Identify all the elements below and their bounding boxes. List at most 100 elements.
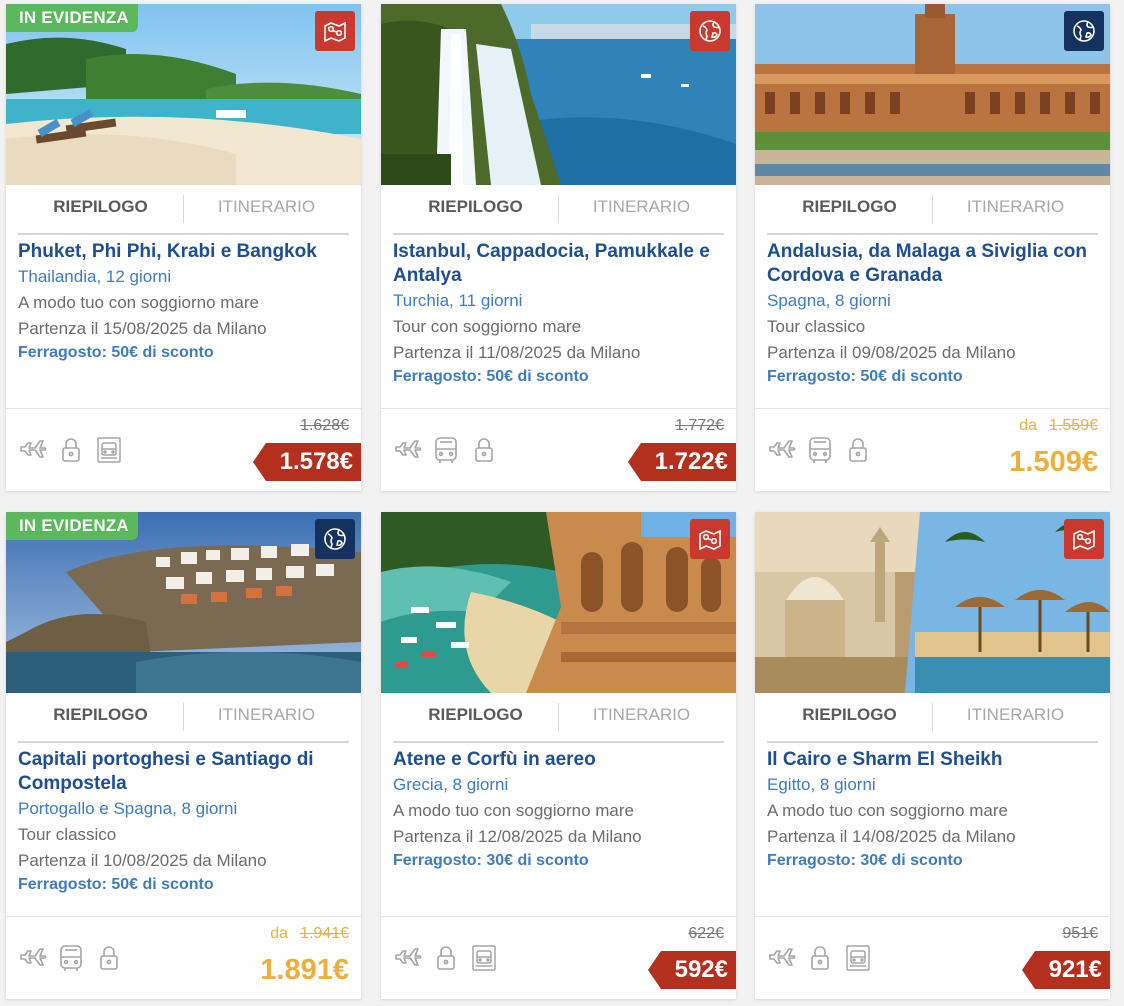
tab-riepilogo[interactable]: RIEPILOGO — [18, 185, 183, 233]
price[interactable]: 1.891€ — [260, 951, 349, 989]
tour-promo: Ferragosto: 50€ di sconto — [767, 368, 963, 385]
price[interactable]: 921€ — [1021, 951, 1110, 989]
old-price: 1.628€ — [300, 417, 349, 434]
hotel-bus-icon — [94, 435, 124, 465]
tour-title[interactable]: Andalusia, da Malaga a Siviglia con Cord… — [767, 240, 1100, 288]
tab-itinerario[interactable]: ITINERARIO — [184, 185, 349, 233]
lock-icon — [94, 943, 124, 973]
tab-riepilogo[interactable]: RIEPILOGO — [767, 185, 932, 233]
lock-icon — [431, 943, 461, 973]
card-tabs: RIEPILOGO ITINERARIO — [393, 693, 724, 743]
card-content: Andalusia, da Malaga a Siviglia con Cord… — [767, 240, 1100, 388]
card-tabs: RIEPILOGO ITINERARIO — [393, 185, 724, 235]
tour-country-duration: Thailandia, 12 giorni — [18, 267, 172, 286]
card-content: Istanbul, Cappadocia, Pamukkale e Antaly… — [393, 240, 726, 388]
tab-itinerario[interactable]: ITINERARIO — [184, 693, 349, 741]
map-pin-route-icon — [690, 519, 730, 559]
tour-image[interactable] — [755, 4, 1110, 185]
tab-riepilogo[interactable]: RIEPILOGO — [767, 693, 932, 741]
tour-card[interactable]: IN EVIDENZA RIEPILOGO ITINERARIO Capital… — [6, 512, 361, 999]
hotel-bus-icon — [469, 943, 499, 973]
card-footer: 951€ 921€ — [755, 916, 1110, 999]
tab-riepilogo[interactable]: RIEPILOGO — [18, 693, 183, 741]
tour-country-duration: Grecia, 8 giorni — [393, 775, 509, 794]
tour-country-duration: Egitto, 8 giorni — [767, 775, 876, 794]
plane-icon — [18, 943, 48, 973]
tour-image[interactable] — [381, 4, 736, 185]
card-content: Atene e Corfù in aereo Grecia, 8 giorni … — [393, 748, 726, 872]
plane-icon — [767, 435, 797, 465]
plane-icon — [767, 943, 797, 973]
tour-image[interactable] — [755, 512, 1110, 693]
tour-departure: Partenza il 14/08/2025 da Milano — [767, 827, 1016, 846]
service-icons — [393, 943, 499, 973]
card-footer: 1.628€ 1.578€ — [6, 408, 361, 491]
tour-country-duration: Spagna, 8 giorni — [767, 291, 891, 310]
tour-title[interactable]: Phuket, Phi Phi, Krabi e Bangkok — [18, 240, 351, 264]
bus-icon — [805, 435, 835, 465]
card-content: Il Cairo e Sharm El Sheikh Egitto, 8 gio… — [767, 748, 1100, 872]
old-price: 1.559€ — [1049, 417, 1098, 434]
map-pin-route-icon — [1064, 519, 1104, 559]
tab-itinerario[interactable]: ITINERARIO — [933, 185, 1098, 233]
hotel-bus-icon — [843, 943, 873, 973]
plane-icon — [393, 943, 423, 973]
tab-riepilogo[interactable]: RIEPILOGO — [393, 185, 558, 233]
globe-icon — [1064, 11, 1104, 51]
tour-promo: Ferragosto: 30€ di sconto — [393, 852, 589, 869]
tour-card[interactable]: RIEPILOGO ITINERARIO Andalusia, da Malag… — [755, 4, 1110, 491]
old-price: 951€ — [1062, 925, 1098, 942]
price[interactable]: 1.722€ — [627, 443, 736, 481]
tour-title[interactable]: Istanbul, Cappadocia, Pamukkale e Antaly… — [393, 240, 726, 288]
card-footer: 1.772€ 1.722€ — [381, 408, 736, 491]
featured-badge: IN EVIDENZA — [6, 4, 138, 32]
tour-card[interactable]: IN EVIDENZA RIEPILOGO ITINERARIO Phuket,… — [6, 4, 361, 491]
tour-card[interactable]: RIEPILOGO ITINERARIO Atene e Corfù in ae… — [381, 512, 736, 999]
price[interactable]: 1.578€ — [252, 443, 361, 481]
card-footer: 622€ 592€ — [381, 916, 736, 999]
tab-riepilogo[interactable]: RIEPILOGO — [393, 693, 558, 741]
lock-icon — [805, 943, 835, 973]
service-icons — [767, 943, 873, 973]
tour-title[interactable]: Atene e Corfù in aereo — [393, 748, 726, 772]
card-footer: da 1.941€ 1.891€ — [6, 916, 361, 999]
tour-card[interactable]: RIEPILOGO ITINERARIO Istanbul, Cappadoci… — [381, 4, 736, 491]
tour-promo: Ferragosto: 50€ di sconto — [18, 876, 214, 893]
tour-type: A modo tuo con soggiorno mare — [767, 801, 1008, 820]
card-tabs: RIEPILOGO ITINERARIO — [767, 185, 1098, 235]
card-footer: da 1.559€ 1.509€ — [755, 408, 1110, 491]
tour-departure: Partenza il 15/08/2025 da Milano — [18, 319, 267, 338]
bus-icon — [431, 435, 461, 465]
tour-departure: Partenza il 09/08/2025 da Milano — [767, 343, 1016, 362]
lock-icon — [843, 435, 873, 465]
tour-title[interactable]: Il Cairo e Sharm El Sheikh — [767, 748, 1100, 772]
card-content: Capitali portoghesi e Santiago di Compos… — [18, 748, 351, 896]
plane-icon — [393, 435, 423, 465]
tour-promo: Ferragosto: 50€ di sconto — [18, 344, 214, 361]
tour-image[interactable] — [381, 512, 736, 693]
service-icons — [393, 435, 499, 465]
tour-title[interactable]: Capitali portoghesi e Santiago di Compos… — [18, 748, 351, 796]
tour-card[interactable]: RIEPILOGO ITINERARIO Il Cairo e Sharm El… — [755, 512, 1110, 999]
tour-departure: Partenza il 10/08/2025 da Milano — [18, 851, 267, 870]
tour-type: A modo tuo con soggiorno mare — [18, 293, 259, 312]
tab-itinerario[interactable]: ITINERARIO — [559, 693, 724, 741]
tab-itinerario[interactable]: ITINERARIO — [559, 185, 724, 233]
tour-country-duration: Portogallo e Spagna, 8 giorni — [18, 799, 238, 818]
service-icons — [767, 435, 873, 465]
tour-departure: Partenza il 11/08/2025 da Milano — [393, 343, 641, 362]
globe-icon — [690, 11, 730, 51]
tour-country-duration: Turchia, 11 giorni — [393, 291, 523, 310]
old-price: 1.772€ — [675, 417, 724, 434]
card-tabs: RIEPILOGO ITINERARIO — [18, 693, 349, 743]
card-content: Phuket, Phi Phi, Krabi e Bangkok Thailan… — [18, 240, 351, 364]
globe-icon — [315, 519, 355, 559]
tab-itinerario[interactable]: ITINERARIO — [933, 693, 1098, 741]
card-tabs: RIEPILOGO ITINERARIO — [767, 693, 1098, 743]
price[interactable]: 1.509€ — [1009, 443, 1098, 481]
price[interactable]: 592€ — [647, 951, 736, 989]
map-pin-route-icon — [315, 11, 355, 51]
plane-icon — [18, 435, 48, 465]
tour-type: Tour classico — [18, 825, 117, 844]
tour-type: A modo tuo con soggiorno mare — [393, 801, 634, 820]
